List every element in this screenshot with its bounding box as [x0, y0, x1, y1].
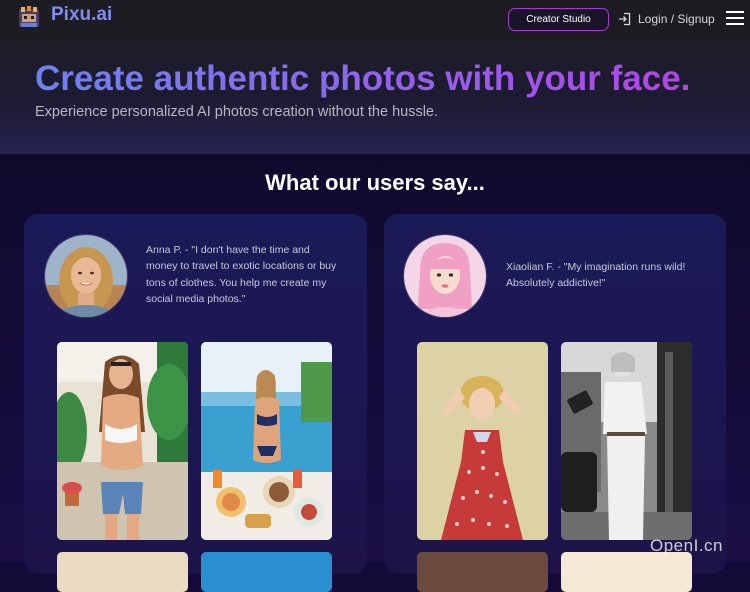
login-signup-link[interactable]: Login / Signup — [618, 11, 715, 27]
testimonial-quote: Xiaolian F. - "My imagination runs wild!… — [506, 261, 686, 290]
testimonial-card: Xiaolian F. - "My imagination runs wild!… — [384, 214, 726, 592]
testimonial-photo-partial[interactable] — [417, 552, 548, 592]
hero-subhead: Experience personalized AI photos creati… — [35, 104, 439, 120]
watermark: OpenI.cn — [650, 536, 723, 555]
testimonial-photo-partial[interactable] — [201, 552, 332, 592]
hamburger-menu-icon[interactable] — [726, 11, 744, 25]
testimonial-photo-vintage-dress[interactable] — [417, 342, 548, 540]
testimonial-photo-partial[interactable] — [561, 552, 692, 592]
login-arrow-icon — [619, 12, 631, 26]
testimonial-photo-pool-brunch[interactable] — [201, 342, 332, 540]
testimonial-photo-street-bw[interactable] — [561, 342, 692, 540]
login-signup-label: Login / Signup — [638, 12, 715, 26]
testimonial-photo-partial[interactable] — [57, 552, 188, 592]
user-avatar — [44, 234, 128, 318]
user-avatar — [403, 234, 487, 318]
testimonial-photo-garden[interactable] — [57, 342, 188, 540]
top-bar: Pixu.ai Creator Studio Login / Signup — [0, 0, 750, 38]
testimonial-card: Anna P. - "I don't have the time and mon… — [24, 214, 367, 592]
testimonials-title: What our users say... — [265, 170, 485, 195]
testimonial-quote: Anna P. - "I don't have the time and mon… — [146, 244, 337, 305]
creator-studio-button[interactable]: Creator Studio — [508, 8, 609, 31]
hero-headline: Create authentic photos with your face. — [35, 59, 691, 98]
brand-name[interactable]: Pixu.ai — [51, 5, 112, 25]
pixel-character-logo-icon[interactable] — [16, 4, 42, 30]
